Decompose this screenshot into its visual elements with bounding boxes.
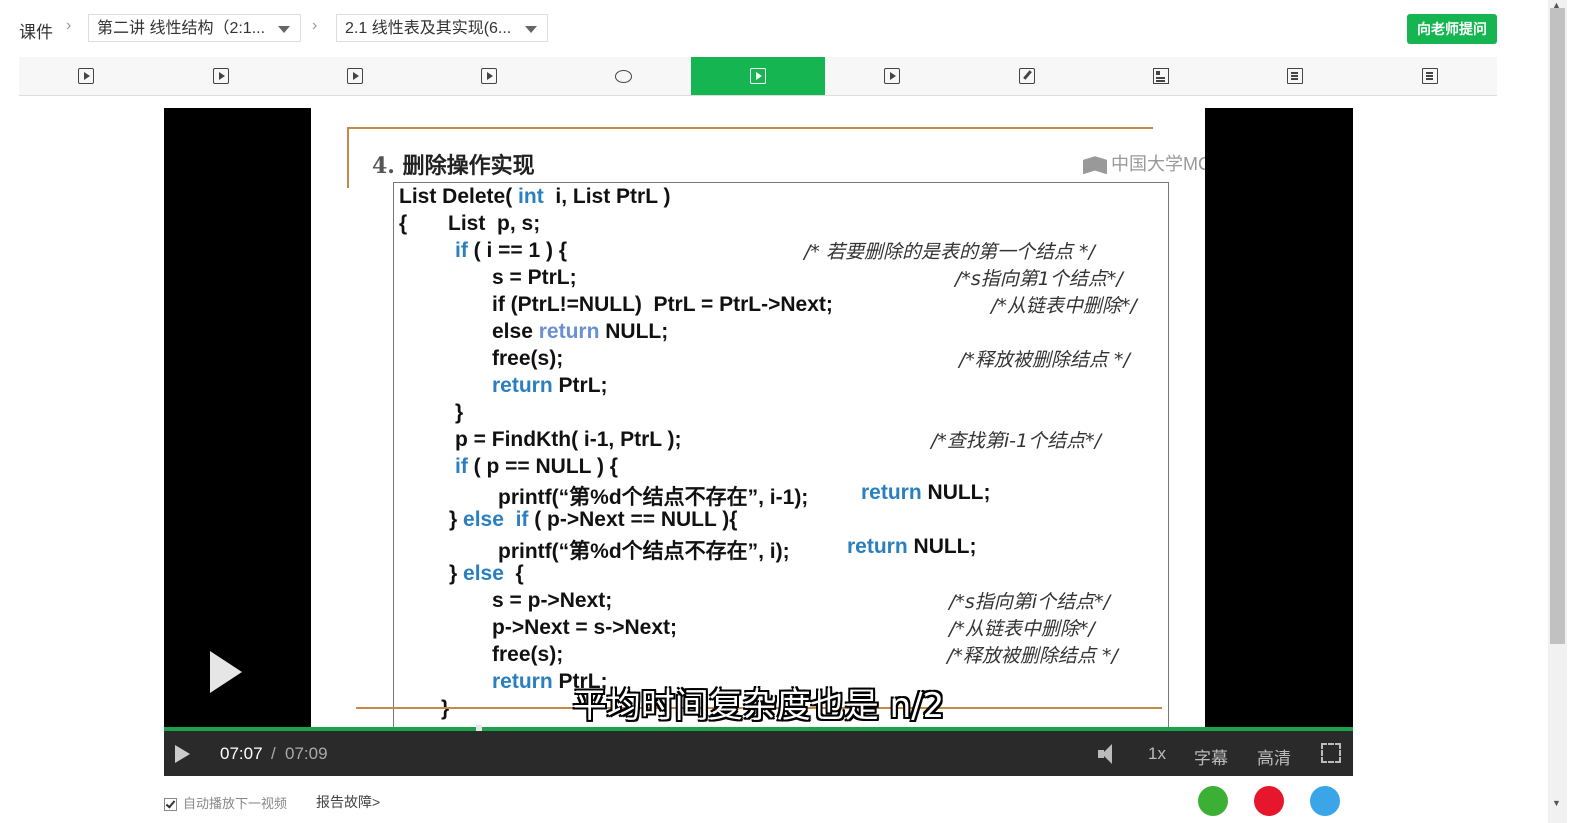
chevron-down-icon	[278, 26, 290, 33]
code-line: printf(“第%d个结点不存在”, i-1);	[498, 486, 809, 509]
code-line: if (PtrL!=NULL) PtrL = PtrL->Next;	[492, 293, 833, 316]
scroll-up-icon[interactable]: ▲	[1552, 0, 1561, 10]
chevron-right-icon: ›	[312, 17, 318, 34]
code-comment: /*s指向第i个结点*/	[949, 591, 1110, 613]
code-comment: /*从链表中删除*/	[949, 618, 1095, 640]
chapter-select-value: 第二讲 线性结构（2:1...	[97, 20, 266, 37]
code-line: s = p->Next;	[492, 589, 613, 612]
video-icon	[884, 68, 901, 84]
code-line: return NULL;	[861, 481, 991, 504]
code-comment: /*从链表中删除*/	[991, 295, 1137, 317]
tab-document-1[interactable]	[1094, 57, 1228, 95]
quiz-icon	[1018, 68, 1035, 84]
autoplay-toggle[interactable]: 自动播放下一视频	[164, 793, 287, 812]
document-icon	[1287, 68, 1304, 84]
player-controls: 07:07 / 07:09 1x 字幕 高清	[164, 731, 1353, 776]
slide-title: 4. 删除操作实现	[372, 153, 535, 179]
code-line: s = PtrL;	[492, 266, 577, 289]
unit-tabs	[19, 57, 1497, 96]
video-subtitle: 平均时间复杂度也是 n/2	[572, 686, 945, 726]
mooc-logo-icon	[1083, 156, 1107, 175]
code-line: free(s);	[492, 643, 564, 666]
discussion-icon	[615, 69, 633, 83]
scroll-down-icon[interactable]: ▼	[1552, 798, 1561, 808]
tab-discussion[interactable]	[556, 57, 690, 95]
ask-teacher-button[interactable]: 向老师提问	[1407, 14, 1497, 44]
code-line: } else {	[449, 562, 524, 585]
tab-video-7[interactable]	[825, 57, 959, 95]
tab-video-1[interactable]	[19, 57, 153, 95]
course-header: 课件 › 第二讲 线性结构（2:1... › 2.1 线性表及其实现(6... …	[0, 0, 1548, 58]
tab-quiz[interactable]	[960, 57, 1094, 95]
video-icon	[78, 68, 95, 84]
code-comment: /*释放被删除结点 */	[947, 645, 1118, 667]
code-line: return NULL;	[847, 535, 977, 558]
code-line: } else if ( p->Next == NULL ){	[449, 508, 738, 531]
code-line: p = FindKth( i-1, PtrL );	[455, 428, 682, 451]
time-separator: /	[271, 744, 276, 763]
code-line: else return NULL;	[492, 320, 669, 343]
code-comment: /*查找第i-1个结点*/	[931, 430, 1102, 452]
video-icon	[212, 68, 229, 84]
breadcrumb-courseware[interactable]: 课件	[19, 18, 53, 43]
scrollbar-thumb[interactable]	[1550, 8, 1565, 644]
slide-rule	[347, 127, 1153, 129]
checkbox-icon[interactable]	[164, 798, 177, 812]
video-icon	[346, 68, 363, 84]
code-line: free(s);	[492, 347, 564, 370]
code-line: { List p, s;	[399, 212, 541, 235]
code-line: printf(“第%d个结点不存在”, i);	[498, 540, 790, 563]
code-line: p->Next = s->Next;	[492, 616, 677, 639]
report-issue-link[interactable]: 报告故障>	[316, 792, 380, 812]
speed-button[interactable]: 1x	[1148, 744, 1166, 764]
code-comment: /*s指向第1个结点*/	[955, 268, 1123, 290]
chevron-right-icon: ›	[66, 17, 72, 34]
captions-button[interactable]: 字幕	[1194, 744, 1228, 769]
wechat-icon[interactable]	[1198, 786, 1228, 816]
tab-video-6-active[interactable]	[690, 57, 826, 95]
section-select[interactable]: 2.1 线性表及其实现(6...	[336, 14, 548, 42]
play-icon[interactable]	[175, 745, 190, 763]
video-icon	[749, 68, 766, 84]
code-line: List Delete( int i, List PtrL )	[399, 185, 671, 208]
tab-video-2[interactable]	[153, 57, 287, 95]
mooc-watermark: 中国大学MC	[1083, 150, 1205, 176]
code-line: if ( i == 1 ) {	[455, 239, 568, 262]
video-player[interactable]: 4. 删除操作实现 中国大学MC List Delete( int i, Lis…	[164, 108, 1353, 776]
document-icon	[1153, 68, 1170, 84]
document-icon	[1421, 68, 1438, 84]
current-time: 07:07	[220, 744, 263, 763]
lecture-slide: 4. 删除操作实现 中国大学MC List Delete( int i, Lis…	[311, 108, 1205, 727]
total-time: 07:09	[285, 744, 328, 763]
code-line: return PtrL;	[492, 374, 608, 397]
tab-video-3[interactable]	[288, 57, 422, 95]
tab-document-3[interactable]	[1363, 57, 1497, 95]
code-line: if ( p == NULL ) {	[455, 455, 618, 478]
qq-icon[interactable]	[1310, 786, 1340, 816]
video-icon	[481, 68, 498, 84]
code-line: }	[455, 401, 464, 424]
tab-document-2[interactable]	[1228, 57, 1362, 95]
weibo-icon[interactable]	[1254, 786, 1284, 816]
fullscreen-icon[interactable]	[1321, 743, 1341, 763]
chapter-select[interactable]: 第二讲 线性结构（2:1...	[88, 14, 301, 42]
section-select-value: 2.1 线性表及其实现(6...	[345, 20, 512, 37]
slide-rule	[347, 127, 349, 188]
tab-video-4[interactable]	[422, 57, 556, 95]
chevron-down-icon	[525, 26, 537, 33]
autoplay-label: 自动播放下一视频	[183, 796, 288, 811]
volume-icon[interactable]	[1098, 744, 1120, 764]
quality-button[interactable]: 高清	[1257, 744, 1291, 769]
code-comment: /*释放被删除结点 */	[959, 349, 1130, 371]
code-comment: /* 若要删除的是表的第一个结点 */	[804, 241, 1095, 263]
